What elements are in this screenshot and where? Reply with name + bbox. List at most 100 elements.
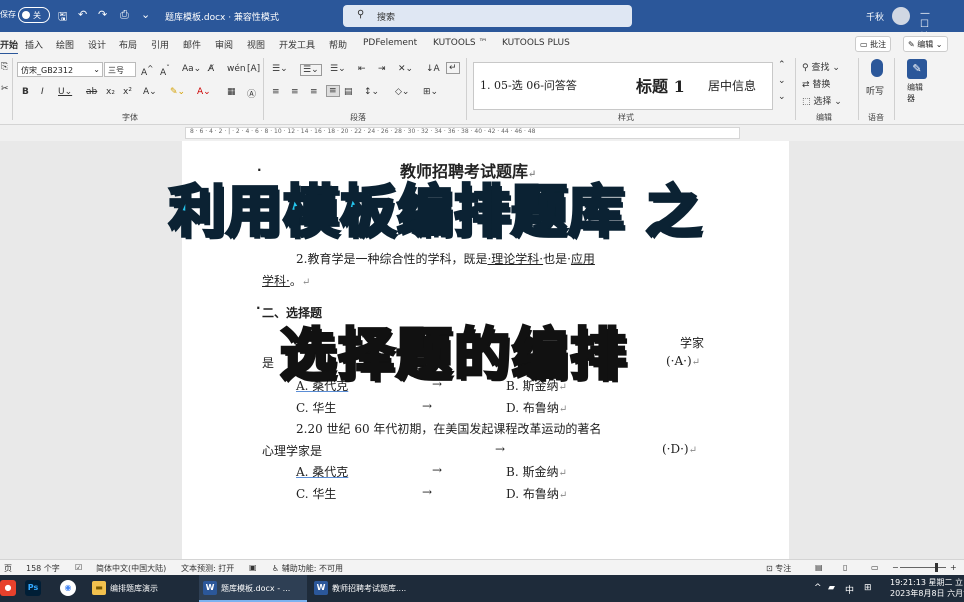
paste-icon[interactable]: ⎘: [1, 62, 8, 72]
char-border-icon[interactable]: [A]: [247, 64, 260, 74]
word-count[interactable]: 158 个字: [26, 563, 60, 574]
line-spacing-icon[interactable]: ↕⌄: [364, 87, 379, 97]
italic-icon[interactable]: I: [41, 87, 44, 97]
comment-button[interactable]: ▭ 批注: [855, 36, 892, 52]
tab-review[interactable]: 审阅: [215, 38, 233, 51]
align-center-icon[interactable]: ≡: [291, 87, 299, 97]
dictate-button[interactable]: 听写: [866, 84, 884, 97]
text-effects-icon[interactable]: A⌄: [143, 87, 157, 97]
ime-mode-icon[interactable]: ⊞: [864, 583, 872, 593]
taskbar-app-folder[interactable]: ▬ 编排题库演示: [88, 575, 196, 602]
horizontal-ruler[interactable]: 8 · 6 · 4 · 2 · | · 2 · 4 · 6 · 8 · 10 ·…: [0, 125, 964, 141]
macro-icon[interactable]: ▣: [249, 563, 257, 572]
phonetic-guide-icon[interactable]: wén: [227, 64, 246, 74]
find-button[interactable]: ⚲ 查找 ⌄: [802, 60, 840, 73]
replace-button[interactable]: ⇄ 替换: [802, 77, 830, 90]
search-box[interactable]: ⚲ 搜索: [343, 5, 632, 27]
tab-references[interactable]: 引用: [151, 38, 169, 51]
select-button[interactable]: ⬚ 选择 ⌄: [802, 94, 842, 107]
web-layout-icon[interactable]: ▭: [871, 563, 879, 572]
tab-kutools-plus[interactable]: KUTOOLS PLUS: [502, 38, 570, 48]
read-mode-icon[interactable]: ▤: [815, 563, 823, 572]
ime-indicator[interactable]: 中: [845, 583, 854, 596]
zoom-slider[interactable]: [900, 567, 946, 568]
borders-icon[interactable]: ⊞⌄: [423, 87, 438, 97]
increase-indent-icon[interactable]: ⇥: [378, 64, 386, 74]
customize-qat-icon[interactable]: ⌄: [141, 8, 150, 21]
start-app-icon[interactable]: ●: [0, 580, 16, 596]
change-case-icon[interactable]: Aa⌄: [182, 64, 201, 74]
bullets-icon[interactable]: ☰⌄: [272, 64, 288, 74]
strikethrough-icon[interactable]: ab: [86, 87, 97, 97]
superscript-icon[interactable]: x²: [123, 87, 132, 97]
edit-mode-button[interactable]: ✎ 编辑 ⌄: [903, 36, 948, 52]
cut-icon[interactable]: ✂: [1, 84, 9, 94]
taskbar-app-word-bank[interactable]: W 教师招聘考试题库....: [310, 575, 422, 602]
sort-icon[interactable]: ↓A: [426, 64, 440, 74]
tab-help[interactable]: 帮助: [329, 38, 347, 51]
styles-scroll-down-icon[interactable]: ⌄: [778, 76, 786, 86]
page-indicator[interactable]: 页: [4, 563, 12, 574]
tab-design[interactable]: 设计: [88, 38, 106, 51]
tab-kutools[interactable]: KUTOOLS ™: [433, 38, 488, 48]
tab-developer[interactable]: 开发工具: [279, 38, 315, 51]
zoom-in-icon[interactable]: +: [950, 563, 957, 572]
document-title[interactable]: 题库模板.docx · 兼容性模式: [165, 10, 279, 23]
tab-layout[interactable]: 布局: [119, 38, 137, 51]
taskbar-app-word-template[interactable]: W 题库模板.docx - ...: [199, 575, 307, 602]
style-item-centered[interactable]: 居中信息: [708, 77, 756, 94]
distributed-icon[interactable]: ▤: [344, 87, 353, 97]
decrease-indent-icon[interactable]: ⇤: [358, 64, 366, 74]
photoshop-icon[interactable]: Ps: [25, 580, 41, 596]
system-clock[interactable]: 19:21:13 星期二 立 2023年8月8日 六月廿: [890, 577, 964, 599]
tab-insert[interactable]: 插入: [25, 38, 43, 51]
styles-scroll-up-icon[interactable]: ⌃: [778, 60, 786, 70]
avatar[interactable]: [892, 7, 910, 25]
underline-icon[interactable]: U⌄: [58, 87, 72, 97]
tab-pdfelement[interactable]: PDFelement: [363, 38, 417, 48]
text-prediction[interactable]: 文本预测: 打开: [181, 563, 234, 574]
print-icon[interactable]: ⎙: [120, 8, 129, 22]
align-left-icon[interactable]: ≡: [272, 87, 280, 97]
style-item-heading1[interactable]: 标题 1: [636, 73, 685, 97]
language-indicator[interactable]: 简体中文(中国大陆): [96, 563, 166, 574]
font-color-icon[interactable]: A⌄: [197, 87, 211, 97]
tab-draw[interactable]: 绘图: [56, 38, 74, 51]
chinese-layout-icon[interactable]: ✕⌄: [398, 64, 413, 74]
shading-icon[interactable]: ◇⌄: [395, 87, 409, 97]
zoom-slider-thumb[interactable]: [935, 563, 938, 572]
autosave-toggle[interactable]: 关: [18, 7, 50, 23]
multilevel-list-icon[interactable]: ☰⌄: [330, 64, 346, 74]
tab-home[interactable]: 开始: [0, 38, 19, 55]
zoom-out-icon[interactable]: −: [892, 563, 899, 572]
subscript-icon[interactable]: x₂: [106, 87, 115, 97]
redo-icon[interactable]: ↷: [98, 8, 107, 21]
network-icon[interactable]: ▰: [828, 583, 835, 593]
focus-mode[interactable]: ⊡ 专注: [766, 563, 791, 574]
proofing-icon[interactable]: ☑: [75, 563, 82, 572]
tab-view[interactable]: 视图: [247, 38, 265, 51]
save-icon[interactable]: 🖫: [58, 8, 67, 27]
enclose-char-icon[interactable]: Ⓐ: [247, 87, 256, 100]
undo-icon[interactable]: ↶: [78, 8, 87, 21]
print-layout-icon[interactable]: ▯: [843, 563, 847, 572]
highlight-icon[interactable]: ✎⌄: [170, 87, 185, 97]
justify-icon[interactable]: ≡: [326, 85, 340, 97]
clear-format-icon[interactable]: A̸: [208, 64, 214, 74]
font-name-select[interactable]: 仿宋_GB2312 ⌄: [17, 62, 103, 77]
font-size-select[interactable]: 三号: [104, 62, 136, 77]
accessibility-status[interactable]: ♿ 辅助功能: 不可用: [272, 563, 343, 574]
show-marks-icon[interactable]: ↵: [446, 62, 460, 74]
char-shading-icon[interactable]: ▦: [227, 87, 236, 97]
numbering-icon[interactable]: ☰⌄: [300, 64, 322, 76]
editor-button[interactable]: 编辑器: [907, 82, 929, 104]
user-name[interactable]: 千秋: [866, 10, 884, 23]
align-right-icon[interactable]: ≡: [310, 87, 318, 97]
style-item-numbered[interactable]: 1. 05-选 06-问答答: [480, 77, 577, 93]
shrink-font-icon[interactable]: Aˇ: [160, 64, 170, 78]
editor-icon[interactable]: ✎: [907, 59, 927, 79]
microphone-icon[interactable]: [871, 59, 883, 77]
styles-more-icon[interactable]: ⌄: [778, 92, 786, 102]
grow-font-icon[interactable]: A^: [141, 64, 153, 78]
tray-overflow-icon[interactable]: ^: [814, 583, 822, 593]
